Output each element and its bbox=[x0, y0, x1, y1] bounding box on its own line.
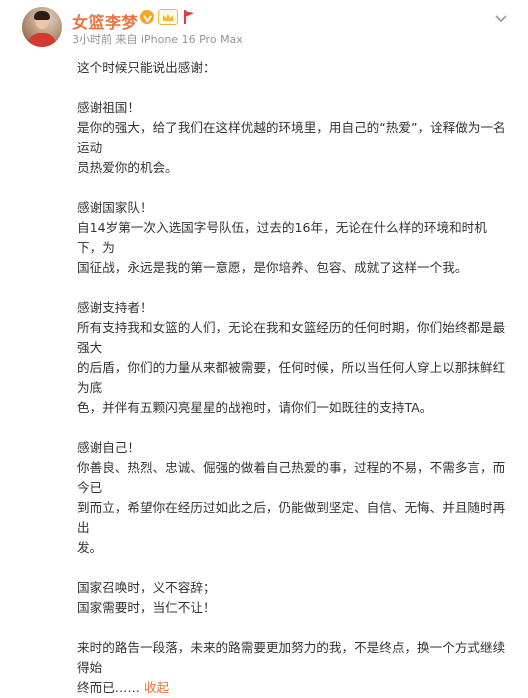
post-content: 这个时候只能说出感谢： 感谢祖国！ 是你的强大，给了我们在这样优越的环境里，用自… bbox=[77, 58, 507, 698]
post-line: 感谢国家队！ bbox=[77, 200, 153, 215]
post-line: 是你的强大，给了我们在这样优越的环境里，用自己的“热爱”，诠释做为一名运动 bbox=[77, 120, 506, 155]
collapse-link[interactable]: 收起 bbox=[144, 680, 169, 695]
post-line: 这个时候只能说出感谢： bbox=[77, 60, 216, 75]
post-header: 女篮李梦 3小时前 来自 iPhone 16 Pro Max bbox=[0, 0, 528, 52]
verified-icon bbox=[140, 10, 154, 24]
author-name[interactable]: 女篮李梦 bbox=[72, 9, 138, 33]
post-line: 国征战，永远是我的第一意愿，是你培养、包容、成就了这样一个我。 bbox=[77, 260, 468, 275]
post-line: 感谢自己！ bbox=[77, 440, 140, 455]
avatar[interactable] bbox=[22, 7, 62, 47]
post-meta: 3小时前 来自 iPhone 16 Pro Max bbox=[72, 31, 243, 47]
post-line: 感谢祖国！ bbox=[77, 100, 140, 115]
post-line-last: 终而已…… 收起 bbox=[77, 678, 507, 698]
chevron-down-icon[interactable] bbox=[494, 10, 508, 24]
post-line: 到而立，希望你在经历过如此之后，仍能做到坚定、自信、无悔、并且随时再出 bbox=[77, 500, 506, 535]
crown-icon bbox=[158, 9, 178, 25]
post-line: 员热爱你的机会。 bbox=[77, 160, 178, 175]
post-line: 所有支持我和女篮的人们，无论在我和女篮经历的任何时期，你们始终都是最强大 bbox=[77, 320, 506, 355]
badges bbox=[140, 9, 196, 25]
post-line: 自14岁第一次入选国字号队伍，过去的16年，无论在什么样的环境和时机下，为 bbox=[77, 220, 487, 255]
post-line: 感谢支持者！ bbox=[77, 300, 153, 315]
post-line: 国家需要时，当仁不让！ bbox=[77, 600, 216, 615]
flag-icon bbox=[182, 9, 196, 25]
post-line-ending: 终而已…… bbox=[77, 680, 140, 695]
post-line: 色，并伴有五颗闪亮星星的战袍时，请你们一如既往的支持TA。 bbox=[77, 400, 433, 415]
post-line: 来时的路告一段落，未来的路需要更加努力的我，不是终点，换一个方式继续得始 bbox=[77, 640, 506, 675]
post-time: 3小时前 bbox=[72, 33, 112, 46]
post-line: 发。 bbox=[77, 540, 103, 555]
post-line: 你善良、热烈、忠诚、倔强的做着自己热爱的事，过程的不易，不需多言，而今已 bbox=[77, 460, 506, 495]
post-line: 的后盾，你们的力量从来都被需要，任何时候，所以当任何人穿上以那抹鲜红为底 bbox=[77, 360, 506, 395]
post-source: 来自 iPhone 16 Pro Max bbox=[115, 33, 243, 46]
post-line: 国家召唤时，义不容辞； bbox=[77, 580, 216, 595]
